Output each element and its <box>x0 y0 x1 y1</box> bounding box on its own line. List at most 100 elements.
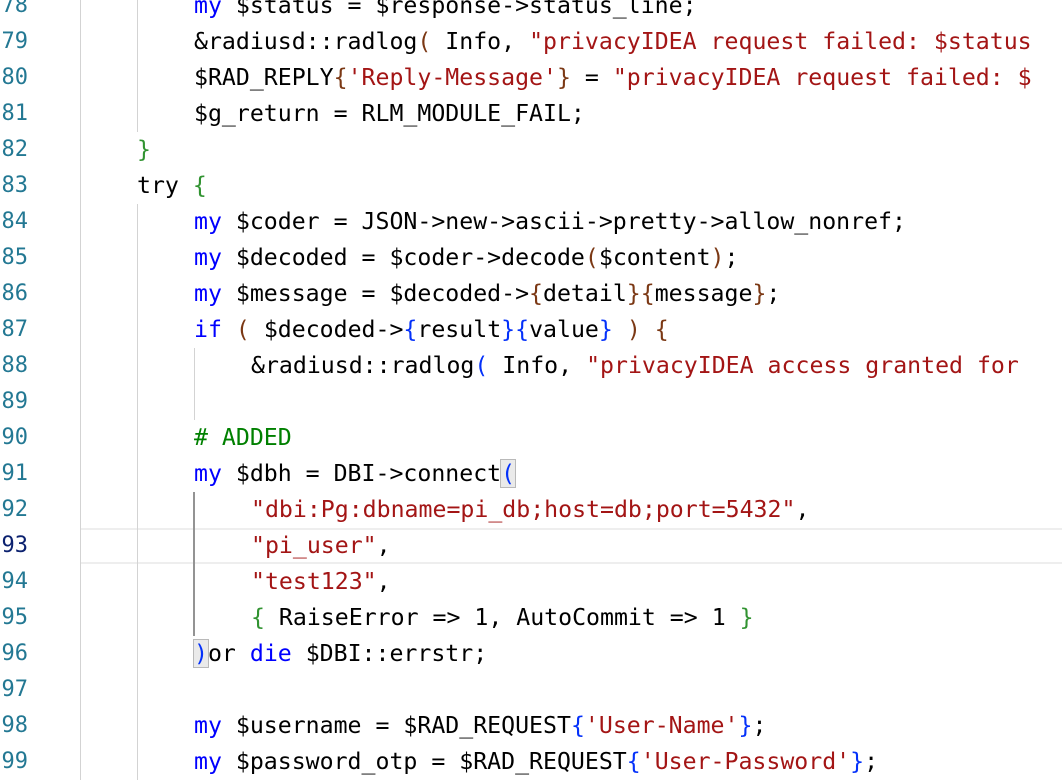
code-token: { <box>529 280 544 307</box>
code-line-content: my $status = $response->status_line; <box>80 0 697 19</box>
line-number[interactable]: 90 <box>0 420 29 456</box>
code-line[interactable]: try { <box>80 168 1062 204</box>
code-line[interactable]: # ADDED <box>80 420 1062 456</box>
line-number[interactable]: 80 <box>0 60 29 96</box>
code-token: my <box>194 0 222 19</box>
code-line[interactable]: my $status = $response->status_line; <box>80 0 1062 24</box>
code-token: Info, <box>488 352 587 379</box>
code-line[interactable] <box>80 672 1062 708</box>
code-token: ( <box>235 316 250 343</box>
code-token: RaiseError => 1, AutoCommit => 1 <box>264 604 740 631</box>
current-code-line[interactable]: "pi_user", <box>80 528 1062 564</box>
code-line[interactable]: } <box>80 132 1062 168</box>
code-token: ) <box>626 316 641 343</box>
code-line[interactable]: my $dbh = DBI->connect( <box>80 456 1062 492</box>
code-token: ( <box>500 459 517 488</box>
line-number[interactable]: 94 <box>0 564 29 600</box>
indent-guide <box>193 492 195 636</box>
code-token: { <box>333 64 348 91</box>
code-token: ; <box>766 280 781 307</box>
code-line[interactable]: $RAD_REPLY{'Reply-Message'} = "privacyID… <box>80 60 1062 96</box>
code-token: or <box>207 640 250 667</box>
line-number[interactable]: 91 <box>0 456 29 492</box>
code-token: = <box>570 64 613 91</box>
line-number[interactable]: 89 <box>0 384 29 420</box>
code-token: { <box>570 712 585 739</box>
code-token: $message = $decoded-> <box>221 280 530 307</box>
code-line[interactable]: { RaiseError => 1, AutoCommit => 1 } <box>80 600 1062 636</box>
code-line[interactable]: my $password_otp = $RAD_REQUEST{'User-Pa… <box>80 744 1062 780</box>
line-number[interactable]: 98 <box>0 708 29 744</box>
code-token: { <box>251 604 265 631</box>
code-line[interactable]: &radiusd::radlog( Info, "privacyIDEA acc… <box>80 348 1062 384</box>
code-token: 'User-Name' <box>584 712 739 739</box>
code-token: ( <box>584 244 599 271</box>
code-line-content: try { <box>80 172 207 199</box>
code-token: ( <box>417 28 432 55</box>
code-line[interactable]: "dbi:Pg:dbname=pi_db;host=db;port=5432", <box>80 492 1062 528</box>
code-line[interactable]: )or die $DBI::errstr; <box>80 636 1062 672</box>
code-line[interactable]: my $coder = JSON->new->ascii->pretty->al… <box>80 204 1062 240</box>
code-token: } <box>739 604 754 631</box>
code-token: } <box>598 316 613 343</box>
code-token: &radiusd::radlog <box>251 352 475 379</box>
indent-guide <box>137 0 138 132</box>
code-line[interactable]: $g_return = RLM_MODULE_FAIL; <box>80 96 1062 132</box>
code-line[interactable]: my $username = $RAD_REQUEST{'User-Name'}… <box>80 708 1062 744</box>
indent-guide <box>194 348 195 420</box>
code-token: { <box>192 172 207 199</box>
line-number[interactable]: 78 <box>0 0 29 24</box>
line-number[interactable]: 82 <box>0 132 29 168</box>
code-line-content: &radiusd::radlog( Info, "privacyIDEA acc… <box>80 352 1019 379</box>
code-line[interactable] <box>80 384 1062 420</box>
code-token: ( <box>474 352 489 379</box>
code-token: $RAD_REPLY <box>194 64 334 91</box>
code-line[interactable]: my $decoded = $coder->decode($content); <box>80 240 1062 276</box>
line-number[interactable]: 86 <box>0 276 29 312</box>
code-line-content: { RaiseError => 1, AutoCommit => 1 } <box>80 604 754 631</box>
code-token: $password_otp = $RAD_REQUEST <box>221 748 627 775</box>
line-number[interactable]: 88 <box>0 348 29 384</box>
code-token: $g_return = RLM_MODULE_FAIL; <box>194 100 585 127</box>
code-line[interactable]: my $message = $decoded->{detail}{message… <box>80 276 1062 312</box>
line-number[interactable]: 83 <box>0 168 29 204</box>
code-line-content: my $password_otp = $RAD_REQUEST{'User-Pa… <box>80 748 878 775</box>
code-line[interactable]: if ( $decoded->{result}{value} ) { <box>80 312 1062 348</box>
line-number[interactable]: 95 <box>0 600 29 636</box>
line-number[interactable]: 84 <box>0 204 29 240</box>
code-token: ; <box>752 712 767 739</box>
code-token: { <box>403 316 418 343</box>
code-token: "dbi:Pg:dbname=pi_db;host=db;port=5432" <box>251 496 796 523</box>
code-line-content: if ( $decoded->{result}{value} ) { <box>80 316 669 343</box>
line-number[interactable]: 85 <box>0 240 29 276</box>
code-token: # ADDED <box>194 424 292 451</box>
line-number[interactable]: 93 <box>0 528 29 564</box>
line-number[interactable]: 79 <box>0 24 29 60</box>
code-line-content: my $message = $decoded->{detail}{message… <box>80 280 780 307</box>
code-token: "pi_user" <box>251 532 377 559</box>
code-token: }{ <box>501 316 530 343</box>
line-number[interactable]: 87 <box>0 312 29 348</box>
line-number[interactable]: 99 <box>0 744 29 780</box>
code-token: { <box>626 748 641 775</box>
line-number[interactable]: 81 <box>0 96 29 132</box>
line-number[interactable]: 92 <box>0 492 29 528</box>
code-token: } <box>556 64 571 91</box>
code-token: detail <box>543 280 627 307</box>
code-token: my <box>194 460 222 487</box>
code-line-content: $RAD_REPLY{'Reply-Message'} = "privacyID… <box>80 64 1032 91</box>
line-number[interactable]: 97 <box>0 672 29 708</box>
code-line[interactable]: "test123", <box>80 564 1062 600</box>
code-token: } <box>738 712 753 739</box>
code-token: Info, <box>431 28 530 55</box>
indent-guide <box>137 204 138 780</box>
code-line[interactable]: &radiusd::radlog( Info, "privacyIDEA req… <box>80 24 1062 60</box>
code-token: $decoded-> <box>249 316 404 343</box>
code-token: $content <box>598 244 711 271</box>
line-number-gutter[interactable]: 78 79 80 81 82 83 84 85 86 87 88 89 90 91 92 93 94 95 96 97… <box>0 0 60 774</box>
code-line-content: my $dbh = DBI->connect( <box>80 459 517 488</box>
line-number[interactable]: 96 <box>0 636 29 672</box>
indent-guide <box>80 0 81 780</box>
